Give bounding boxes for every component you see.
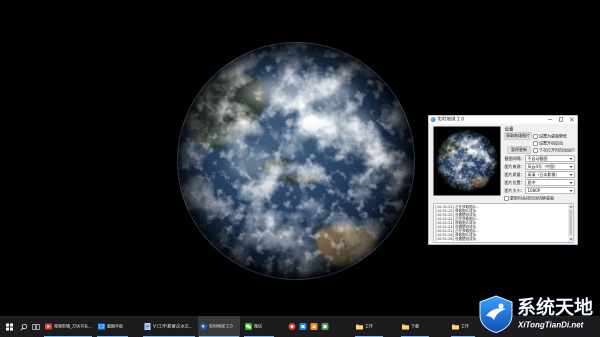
screenshot-icon: [98, 323, 105, 330]
interval-label: 截图间隔：: [504, 156, 525, 162]
scroll-thumb[interactable]: [569, 209, 572, 236]
xitongtiandi-logo-icon: [479, 295, 513, 334]
minimize-button[interactable]: [545, 116, 556, 124]
video-editor-icon: [45, 323, 52, 330]
log-scrollbar[interactable]: [568, 204, 573, 242]
taskbar-item-label: 微信: [254, 324, 262, 329]
folder-icon: [356, 324, 363, 330]
checkbox-label: 设置为桌面壁纸: [539, 134, 567, 139]
task-view-icon: [32, 324, 40, 330]
taskbar-item-folder-work[interactable]: 工作: [354, 317, 384, 337]
windows-logo-icon: [6, 323, 13, 331]
taskbar-item-notepad[interactable]: V:\工作\影像\文本文...: [142, 317, 196, 337]
search-button[interactable]: [18, 317, 30, 337]
checkbox-label: 更新时关闭自动切换桌面: [510, 196, 554, 201]
desktop: 实时地球 2.0 设置 获取地球图片 暂停更新 设置为桌面壁纸 设置开机启动 下…: [0, 0, 600, 337]
position-select[interactable]: 居中: [525, 179, 575, 186]
folder-icon: [452, 324, 459, 330]
notepad-icon: [144, 323, 151, 330]
taskbar-item-label: 实时地球 2.0: [209, 324, 233, 329]
earth-thumbnail: [433, 126, 501, 196]
scroll-up-icon[interactable]: [569, 205, 573, 208]
folder-icon: [402, 324, 409, 330]
checkbox-box[interactable]: [533, 134, 538, 139]
taskbar-item-label: 截图平板: [107, 324, 123, 329]
app-green-icon[interactable]: [321, 323, 329, 331]
checkbox-box[interactable]: [533, 148, 538, 153]
source-value: 风云4号（中国）: [527, 164, 559, 170]
app-blue-icon[interactable]: [299, 323, 307, 331]
watermark-title: 系统天地: [517, 296, 594, 318]
log-line: [10:51:26] 设置壁纸成功: [435, 237, 477, 241]
earth-app-icon: [430, 117, 436, 122]
taskbar-item-label: 工作: [461, 324, 469, 329]
checkbox-box[interactable]: [533, 141, 538, 146]
taskbar-item-screenshot[interactable]: 截图平板: [96, 317, 129, 337]
size-select[interactable]: 1080P: [525, 187, 575, 194]
log-textarea[interactable]: [10:31:22] 正在获取图片... [10:31:25] 获取图片成功 […: [433, 203, 574, 243]
taskbar-item-video-editor[interactable]: 视频剪辑_方块书名...: [43, 317, 93, 337]
position-value: 居中: [527, 180, 536, 186]
size-label: 图片大小：: [504, 188, 525, 194]
app-window: 实时地球 2.0 设置 获取地球图片 暂停更新 设置为桌面壁纸 设置开机启动 下…: [428, 115, 578, 245]
checkbox-label: 下次打开时自动运行: [539, 148, 575, 153]
taskbar-item-label: V:\工作\影像\文本文...: [153, 324, 193, 329]
taskbar-item-wechat[interactable]: 微信: [243, 317, 275, 337]
wechat-icon: [245, 323, 252, 330]
source-label: 图片来源：: [504, 164, 525, 170]
interval-select[interactable]: 不自动截图: [525, 155, 575, 162]
position-label: 图片位置：: [504, 180, 525, 186]
checkbox-box[interactable]: [504, 196, 509, 201]
window-title: 实时地球 2.0: [437, 117, 465, 122]
task-view-button[interactable]: [30, 317, 42, 337]
checkbox-label: 设置开机启动: [539, 141, 563, 146]
taskbar-item-earth-app[interactable]: 实时地球 2.0: [198, 316, 240, 337]
chevron-down-icon: [569, 182, 573, 184]
fetch-earth-image-button[interactable]: 获取地球图片: [504, 132, 532, 140]
taskbar-item-label: 工作: [365, 324, 373, 329]
start-button[interactable]: [2, 317, 17, 337]
title-bar[interactable]: 实时地球 2.0: [428, 115, 578, 124]
chevron-down-icon: [569, 190, 573, 192]
desktop-viewport: 实时地球 2.0 设置 获取地球图片 暂停更新 设置为桌面壁纸 设置开机启动 下…: [0, 0, 600, 337]
earth-thumbnail-globe: [436, 130, 498, 192]
chevron-down-icon: [569, 158, 573, 160]
watermark-url: XiTongTianDi.net: [518, 321, 584, 330]
scroll-down-icon[interactable]: [569, 238, 573, 241]
app-red-icon[interactable]: [288, 323, 296, 331]
size-value: 1080P: [527, 188, 541, 194]
quality-label: 图片质量：: [504, 172, 525, 178]
quality-value: 高清（日本影像）: [527, 172, 560, 178]
search-icon: [20, 323, 28, 331]
interval-value: 不自动截图: [527, 156, 548, 162]
chevron-down-icon: [569, 174, 573, 176]
maximize-button[interactable]: [556, 116, 567, 124]
app-orange-icon[interactable]: [310, 323, 318, 331]
close-button[interactable]: [567, 116, 578, 124]
taskbar-item-label: 视频剪辑_方块书名...: [54, 324, 92, 329]
taskbar-item-label: 下载: [411, 324, 419, 329]
taskbar-item-folder-downloads[interactable]: 下载: [400, 317, 430, 337]
chevron-down-icon: [569, 166, 573, 168]
quality-select[interactable]: 高清（日本影像）: [525, 171, 575, 178]
taskbar-item-folder-work-2[interactable]: 工作: [450, 317, 476, 337]
source-select[interactable]: 风云4号（中国）: [525, 163, 575, 170]
earth-app-icon: [200, 323, 207, 330]
earth-globe: [177, 42, 415, 280]
pause-update-button[interactable]: 暂停更新: [507, 146, 531, 154]
